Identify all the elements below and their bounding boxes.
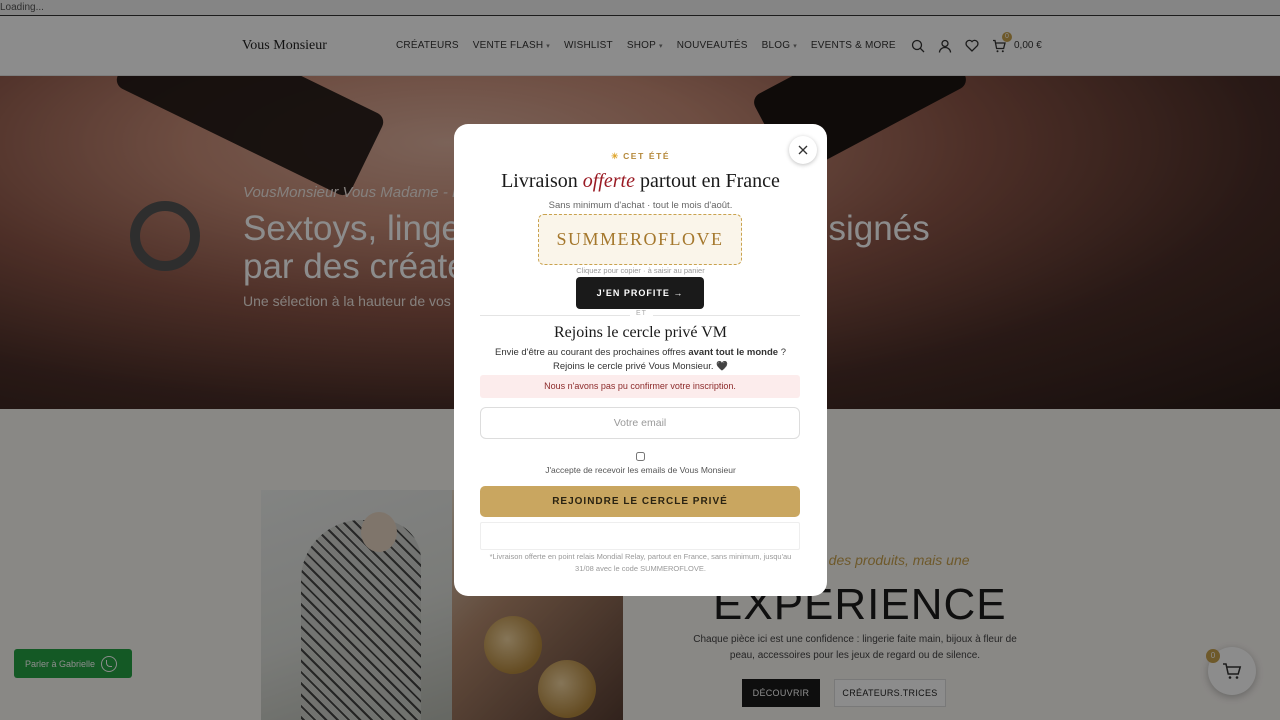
circle-desc-start: Envie d'être au courant des prochaines o… bbox=[494, 347, 689, 358]
email-field[interactable] bbox=[480, 407, 800, 439]
modal-subtitle: Sans minimum d'achat · tout le mois d'ao… bbox=[548, 200, 733, 211]
claim-offer-button[interactable]: J'EN PROFITE → bbox=[576, 277, 704, 309]
circle-desc-end: ? bbox=[778, 347, 786, 358]
join-circle-button[interactable]: REJOINDRE LE CERCLE PRIVÉ bbox=[480, 486, 800, 517]
consent-checkbox[interactable] bbox=[636, 452, 645, 461]
promo-code-hint: Cliquez pour copier · à saisir au panier bbox=[576, 266, 705, 275]
title-emphasis: offerte bbox=[582, 170, 635, 192]
promo-modal: ☀ CET ÉTÉ Livraison offerte partout en Fr… bbox=[454, 124, 827, 596]
circle-description: Envie d'être au courant des prochaines o… bbox=[484, 346, 797, 374]
circle-title: Rejoins le cercle privé VM bbox=[554, 324, 727, 341]
title-end: partout en France bbox=[634, 170, 780, 192]
error-message: Nous n'avons pas pu confirmer votre insc… bbox=[480, 375, 800, 398]
circle-desc-bold: avant tout le monde bbox=[688, 347, 779, 358]
divider-label: ET bbox=[630, 310, 653, 317]
eyebrow-text: CET ÉTÉ bbox=[623, 151, 671, 161]
captcha-field[interactable] bbox=[480, 522, 800, 550]
title-start: Livraison bbox=[501, 170, 583, 192]
modal-eyebrow: ☀ CET ÉTÉ bbox=[454, 151, 827, 162]
circle-desc-line2: Rejoins le cercle privé Vous Monsieur. 🖤 bbox=[553, 361, 728, 372]
promo-code-box[interactable]: SUMMEROFLOVE bbox=[538, 214, 742, 265]
sun-icon: ☀ bbox=[610, 151, 621, 161]
modal-footnote: *Livraison offerte en point relais Mondi… bbox=[489, 552, 792, 573]
modal-title: Livraison offerte partout en France bbox=[454, 170, 827, 193]
consent-label: J'accepte de recevoir les emails de Vous… bbox=[545, 465, 736, 475]
